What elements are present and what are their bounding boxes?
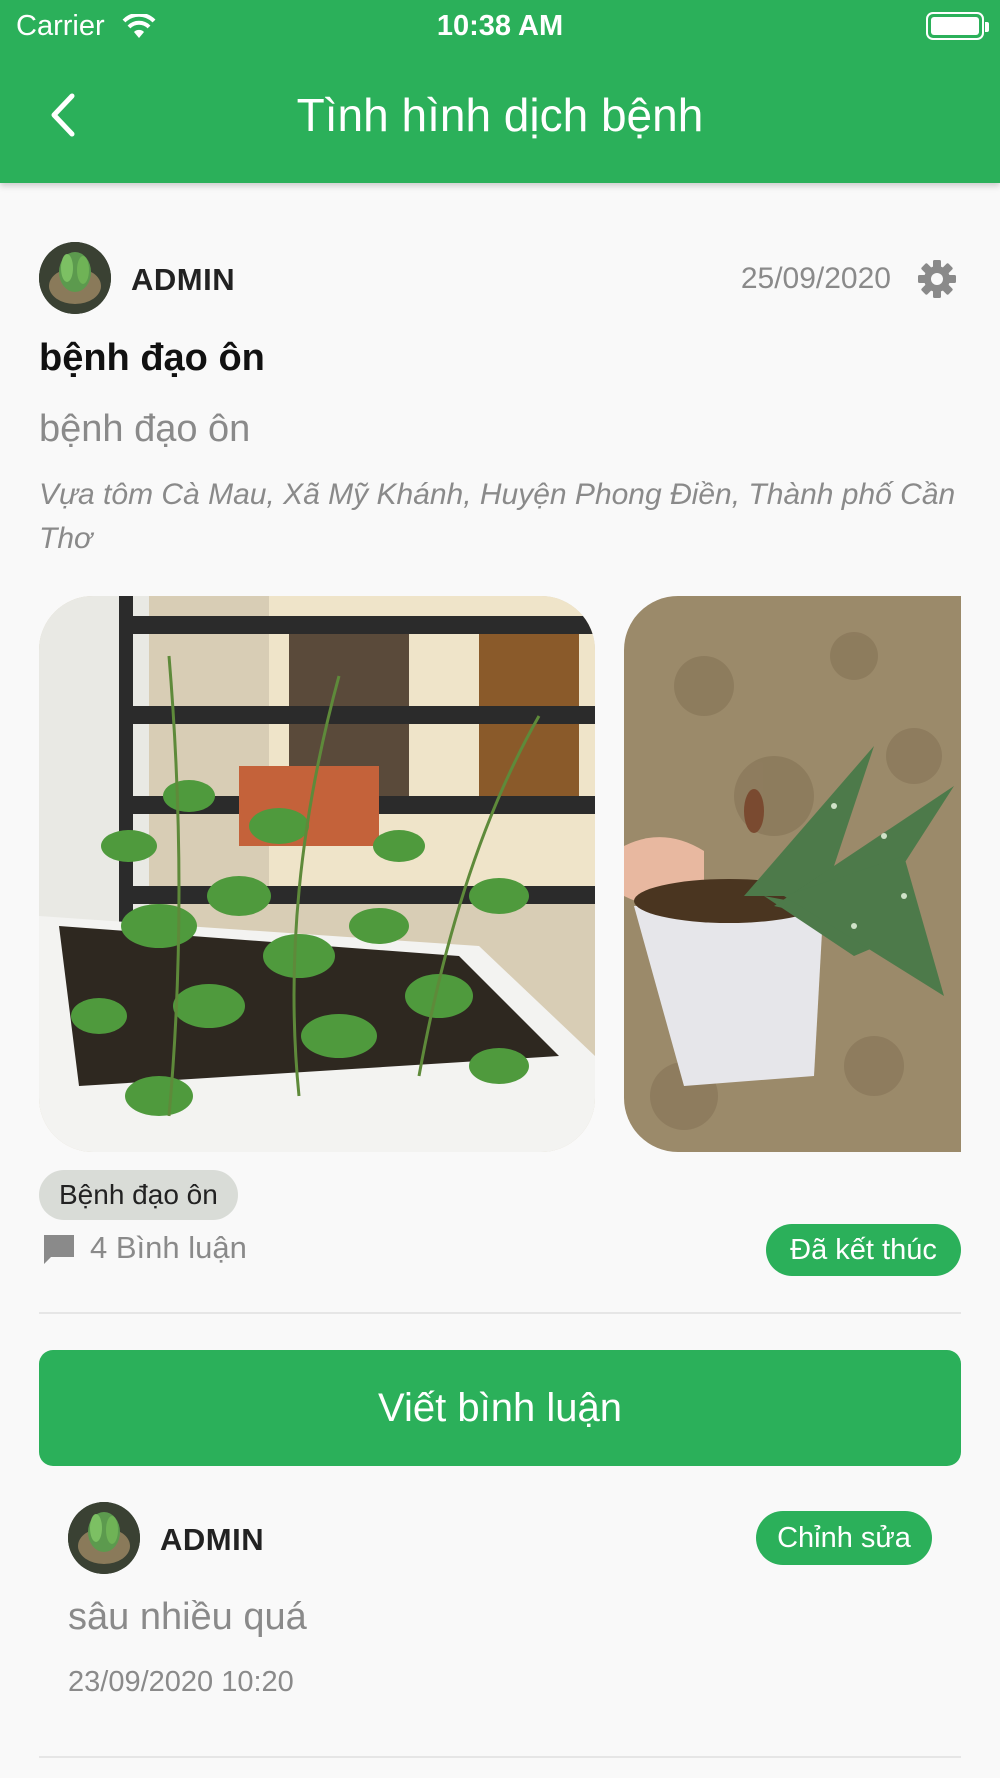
- comment-author: ADMIN: [160, 1522, 265, 1557]
- comment-avatar[interactable]: [68, 1502, 140, 1574]
- photo-gallery[interactable]: [39, 596, 961, 1152]
- edit-comment-button[interactable]: Chỉnh sửa: [756, 1511, 932, 1565]
- app-header: Carrier 10:38 AM Tình hình dịch bệnh: [0, 0, 1000, 183]
- battery-level: [931, 17, 979, 35]
- post-photo[interactable]: [39, 596, 595, 1152]
- post-title: bệnh đạo ôn: [39, 337, 265, 379]
- page-title: Tình hình dịch bệnh: [296, 89, 704, 141]
- status-time: 10:38 AM: [436, 10, 564, 42]
- divider: [39, 1312, 961, 1314]
- status-bar: Carrier 10:38 AM: [0, 6, 1000, 46]
- write-comment-button[interactable]: Viết bình luận: [39, 1350, 961, 1466]
- comment-icon: [44, 1235, 74, 1264]
- post-location: Vựa tôm Cà Mau, Xã Mỹ Khánh, Huyện Phong…: [39, 478, 956, 555]
- comment-count[interactable]: 4 Bình luận: [90, 1230, 247, 1266]
- gear-icon[interactable]: [916, 258, 958, 300]
- post-author: ADMIN: [131, 262, 236, 297]
- post-photo[interactable]: [624, 596, 961, 1152]
- divider: [39, 1756, 961, 1758]
- avatar[interactable]: [39, 242, 111, 314]
- comment-timestamp: 23/09/2020 10:20: [68, 1666, 294, 1698]
- comment-text: sâu nhiều quá: [68, 1596, 307, 1638]
- post-description: bệnh đạo ôn: [39, 408, 251, 450]
- battery-icon: [926, 12, 989, 40]
- post-date: 25/09/2020: [740, 262, 891, 295]
- status-badge: Đã kết thúc: [766, 1224, 961, 1276]
- disease-tag[interactable]: Bệnh đạo ôn: [39, 1170, 238, 1220]
